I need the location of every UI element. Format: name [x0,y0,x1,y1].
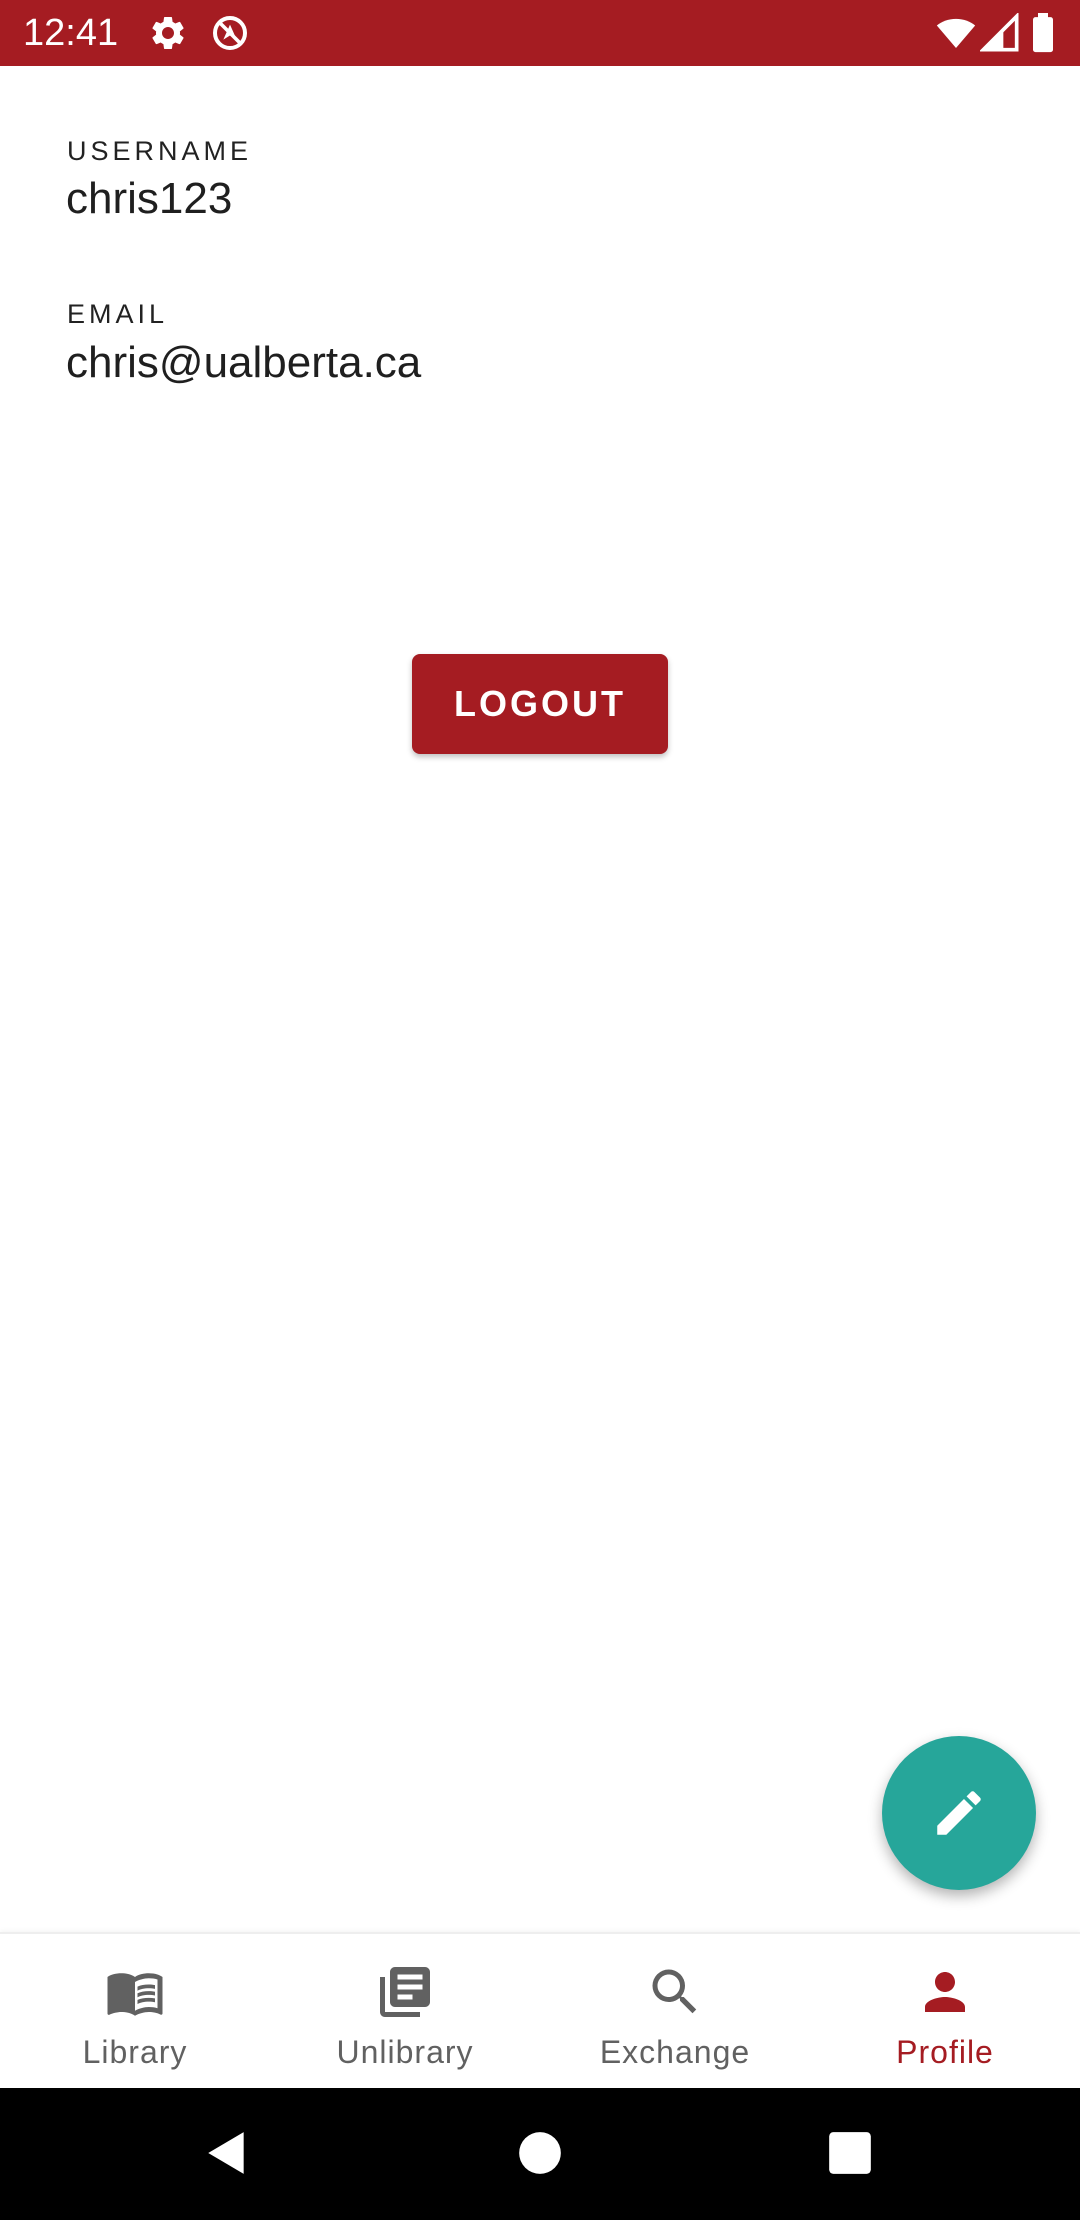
search-icon [645,1962,705,2022]
status-bar: 12:41 [0,0,1080,66]
nav-label-library: Library [82,2034,188,2070]
nav-label-unlibrary: Unlibrary [336,2034,474,2070]
status-time: 12:41 [23,12,119,54]
edit-pencil-icon [930,1784,988,1842]
bottom-navigation: Library Unlibrary Exchange Profile [0,1932,1080,2090]
cell-signal-icon [980,13,1020,53]
location-sync-icon [210,13,250,53]
open-book-icon [105,1962,165,2022]
recents-icon[interactable] [825,2128,875,2178]
logout-button[interactable]: LOGOUT [412,654,668,754]
username-label: USERNAME [67,136,253,166]
system-navigation-bar [0,2088,1080,2220]
settings-gear-icon [148,13,188,53]
person-icon [915,1962,975,2022]
nav-item-profile[interactable]: Profile [810,1934,1080,2090]
email-label: EMAIL [67,299,169,329]
email-value: chris@ualberta.ca [66,338,422,387]
back-icon[interactable] [202,2128,252,2178]
edit-profile-fab[interactable] [882,1736,1036,1890]
nav-item-library[interactable]: Library [0,1934,270,2090]
profile-screen: 12:41 USERNAME chris123 EMAIL chris@ualb… [0,0,1080,2220]
username-value: chris123 [66,174,233,223]
wifi-icon [936,13,976,53]
nav-label-profile: Profile [896,2034,994,2070]
battery-icon [1028,13,1058,53]
nav-label-exchange: Exchange [599,2034,751,2070]
nav-item-exchange[interactable]: Exchange [540,1934,810,2090]
home-icon[interactable] [515,2128,565,2178]
library-books-icon [375,1962,435,2022]
nav-item-unlibrary[interactable]: Unlibrary [270,1934,540,2090]
